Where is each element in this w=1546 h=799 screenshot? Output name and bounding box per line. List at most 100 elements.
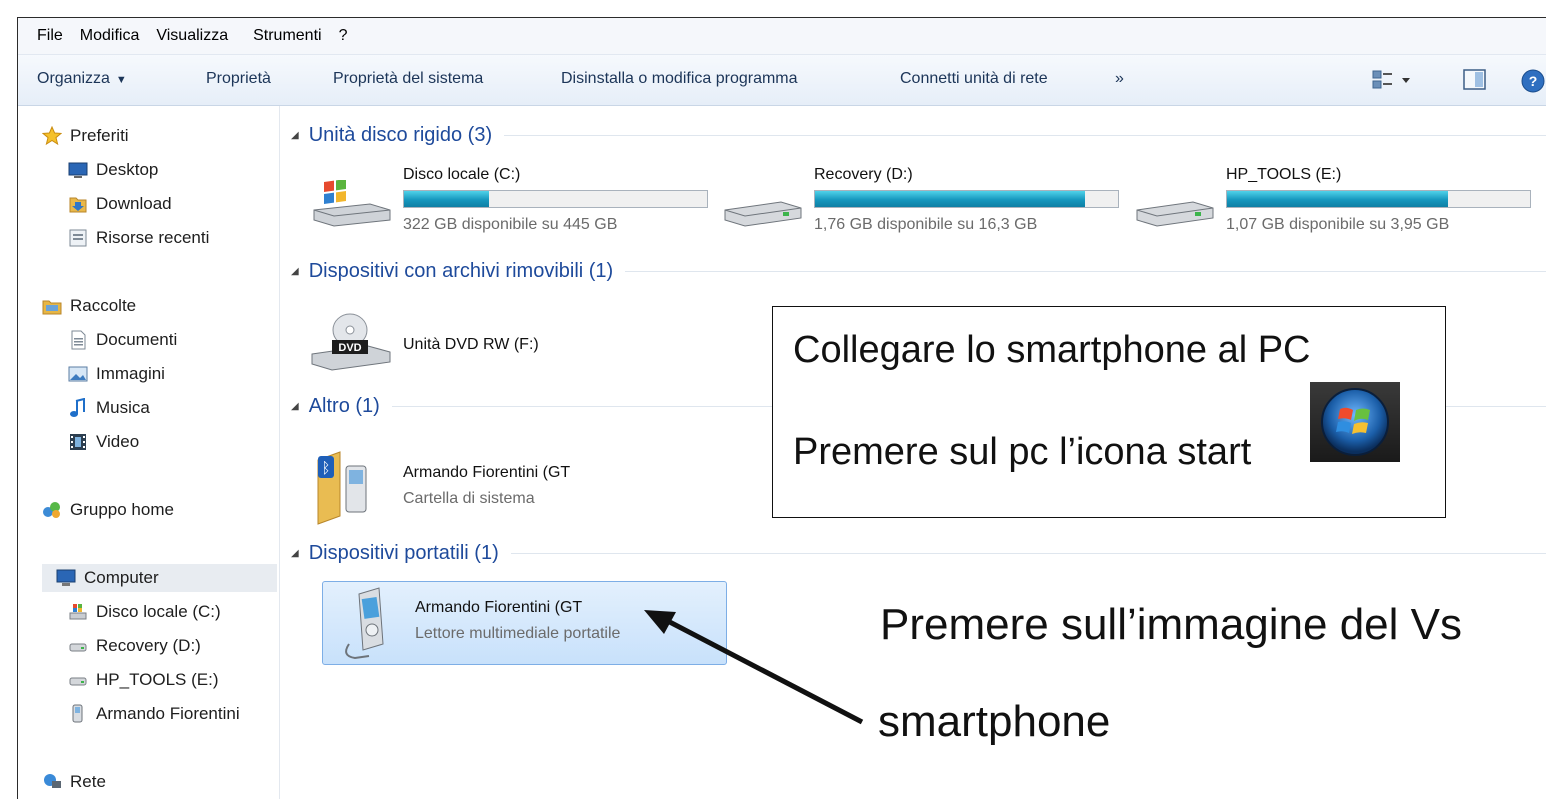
drive-usage-fill	[1227, 191, 1449, 207]
drive-tile[interactable]: Recovery (D:) 1,76 GB disponibile su 16,…	[721, 166, 1131, 246]
nav-desktop[interactable]: Desktop	[68, 156, 158, 184]
menu-bar: File Modifica Visualizza Strumenti ?	[18, 18, 1546, 54]
nav-favorites-label: Preferiti	[70, 126, 129, 145]
nav-download[interactable]: Download	[68, 190, 172, 218]
libraries-icon	[42, 296, 62, 316]
menu-view[interactable]: Visualizza	[156, 27, 228, 45]
group-removable[interactable]: ◢ Dispositivi con archivi rimovibili (1)	[291, 256, 1546, 286]
nav-network-label: Rete	[70, 772, 106, 791]
nav-video-label: Video	[96, 432, 140, 451]
menu-help[interactable]: ?	[339, 27, 348, 45]
collapse-triangle-icon: ◢	[291, 547, 299, 559]
start-button-icon	[1310, 382, 1400, 462]
nav-drive-c[interactable]: Disco locale (C:)	[68, 598, 221, 626]
map-network-drive-button[interactable]: Connetti unità di rete	[900, 70, 1048, 88]
dvd-drive-tile[interactable]: DVD Unità DVD RW (F:)	[310, 312, 610, 372]
group-hard-disks[interactable]: ◢ Unità disco rigido (3)	[291, 120, 1546, 150]
nav-drive-d[interactable]: Recovery (D:)	[68, 632, 201, 660]
help-icon: ?	[1521, 69, 1545, 93]
nav-drive-e[interactable]: HP_TOOLS (E:)	[68, 666, 219, 694]
drive-tile[interactable]: Disco locale (C:) 322 GB disponibile su …	[310, 166, 720, 246]
nav-computer-label: Computer	[84, 568, 159, 587]
bluetooth-phone-folder-icon: ᛒ	[317, 451, 367, 525]
group-divider	[625, 270, 1546, 272]
star-icon	[42, 126, 62, 146]
portable-device-tile[interactable]: Armando Fiorentini (GT Lettore multimedi…	[322, 581, 727, 665]
collapse-triangle-icon: ◢	[291, 129, 299, 141]
hard-drive-icon	[68, 636, 88, 656]
drive-free-space: 322 GB disponibile su 445 GB	[403, 216, 618, 233]
nav-drive-e-label: HP_TOOLS (E:)	[96, 670, 219, 689]
instruction-step-1: Collegare lo smartphone al PC	[793, 329, 1311, 371]
preview-pane-button[interactable]	[1462, 68, 1488, 97]
drive-free-space: 1,07 GB disponibile su 3,95 GB	[1226, 216, 1450, 233]
uninstall-program-button[interactable]: Disinstalla o modifica programma	[561, 70, 798, 88]
nav-computer[interactable]: Computer	[42, 564, 277, 592]
system-folder-tile[interactable]: ᛒ Armando Fiorentini (GT Cartella di sis…	[310, 446, 640, 526]
dvd-drive-icon: DVD	[311, 313, 391, 371]
menu-file[interactable]: File	[37, 27, 63, 45]
change-view-button[interactable]	[1372, 68, 1416, 97]
download-folder-icon	[68, 194, 88, 214]
windows-drive-icon	[313, 180, 391, 227]
organize-button[interactable]: Organizza ▼	[37, 70, 127, 88]
nav-documents[interactable]: Documenti	[68, 326, 177, 354]
nav-drive-c-label: Disco locale (C:)	[96, 602, 221, 621]
nav-homegroup[interactable]: Gruppo home	[42, 496, 174, 524]
nav-pictures[interactable]: Immagini	[68, 360, 165, 388]
drive-name: Disco locale (C:)	[403, 166, 521, 183]
dvd-icon-label: DVD	[338, 342, 361, 354]
desktop-icon	[68, 160, 88, 180]
nav-download-label: Download	[96, 194, 172, 213]
system-folder-subtitle: Cartella di sistema	[403, 490, 535, 507]
menu-tools[interactable]: Strumenti	[253, 27, 321, 45]
music-note-icon	[68, 398, 88, 418]
dvd-drive-name: Unità DVD RW (F:)	[403, 336, 539, 353]
nav-video[interactable]: Video	[68, 428, 139, 456]
nav-recent[interactable]: Risorse recenti	[68, 224, 209, 252]
nav-music-label: Musica	[96, 398, 150, 417]
organize-label: Organizza	[37, 70, 110, 87]
homegroup-icon	[42, 500, 62, 520]
nav-recent-label: Risorse recenti	[96, 228, 210, 247]
nav-libraries-label: Raccolte	[70, 296, 137, 315]
more-commands-button[interactable]: »	[1115, 70, 1124, 88]
network-icon	[42, 772, 62, 792]
nav-music[interactable]: Musica	[68, 394, 150, 422]
svg-text:?: ?	[1529, 73, 1538, 89]
drive-name: Recovery (D:)	[814, 166, 913, 183]
drive-tile[interactable]: HP_TOOLS (E:) 1,07 GB disponibile su 3,9…	[1133, 166, 1543, 246]
nav-libraries[interactable]: Raccolte	[42, 292, 136, 320]
nav-favorites[interactable]: Preferiti	[42, 122, 129, 150]
properties-button[interactable]: Proprietà	[206, 70, 271, 88]
portable-device-subtitle: Lettore multimediale portatile	[415, 625, 621, 642]
chevron-down-icon: ▼	[115, 74, 127, 86]
help-button[interactable]: ?	[1520, 68, 1546, 99]
group-title: Dispositivi portatili (1)	[308, 541, 499, 564]
menu-edit[interactable]: Modifica	[80, 27, 140, 45]
preview-pane-icon	[1463, 69, 1486, 90]
system-properties-button[interactable]: Proprietà del sistema	[333, 70, 483, 88]
portable-device-name: Armando Fiorentini (GT	[415, 599, 583, 616]
nav-drive-d-label: Recovery (D:)	[96, 636, 201, 655]
nav-documents-label: Documenti	[96, 330, 178, 349]
drive-usage-bar	[403, 190, 708, 208]
nav-network[interactable]: Rete	[42, 768, 106, 796]
drive-name: HP_TOOLS (E:)	[1226, 166, 1342, 183]
hard-drive-icon	[68, 670, 88, 690]
group-title: Dispositivi con archivi rimovibili (1)	[308, 259, 614, 282]
hard-drive-icon	[724, 201, 802, 227]
nav-phone[interactable]: Armando Fiorentini	[68, 700, 240, 728]
drive-usage-bar	[814, 190, 1119, 208]
recent-places-icon	[68, 228, 88, 248]
group-portable[interactable]: ◢ Dispositivi portatili (1)	[291, 538, 1546, 568]
command-bar: Organizza ▼ Proprietà Proprietà del siste…	[18, 54, 1546, 106]
instruction-step-2: Premere sul pc l’icona start	[793, 431, 1252, 473]
instruction-caption: Premere sull’immagine del Vs	[880, 600, 1462, 649]
navigation-pane: Preferiti Desktop Download Risorse recen…	[18, 106, 280, 799]
group-divider	[504, 134, 1546, 136]
nav-homegroup-label: Gruppo home	[70, 500, 174, 519]
drive-free-space: 1,76 GB disponibile su 16,3 GB	[814, 216, 1038, 233]
computer-icon	[56, 568, 76, 588]
hard-drive-icon	[1136, 201, 1214, 227]
